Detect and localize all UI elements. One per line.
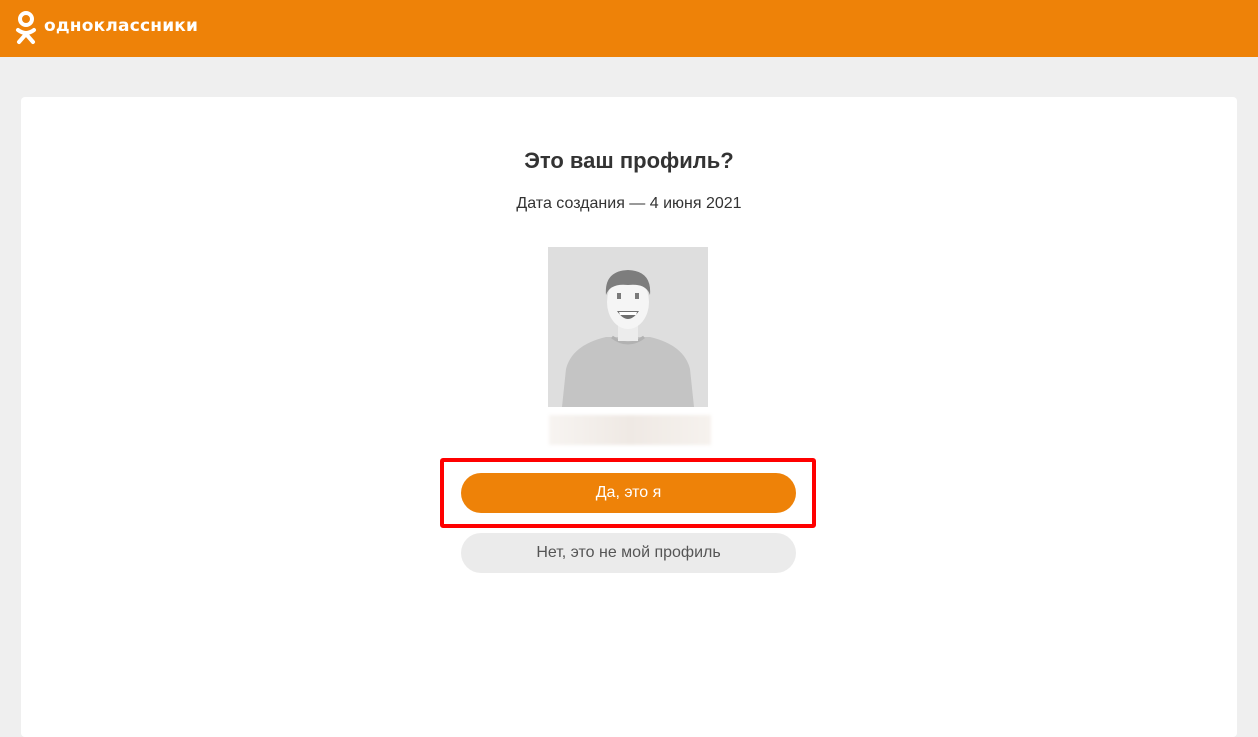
logo-text: одноклассники (44, 16, 199, 36)
confirm-profile-button[interactable]: Да, это я (461, 473, 796, 513)
deny-profile-button[interactable]: Нет, это не мой профиль (461, 533, 796, 573)
header-bar: одноклассники (0, 0, 1258, 57)
profile-name-blurred (549, 415, 711, 445)
page-title: Это ваш профиль? (524, 148, 734, 173)
odnoklassniki-logo-icon (16, 11, 36, 44)
creation-date: Дата создания — 4 июня 2021 (516, 195, 742, 212)
avatar (548, 247, 708, 407)
site-logo[interactable]: одноклассники (14, 10, 198, 46)
default-avatar-icon (548, 247, 708, 407)
